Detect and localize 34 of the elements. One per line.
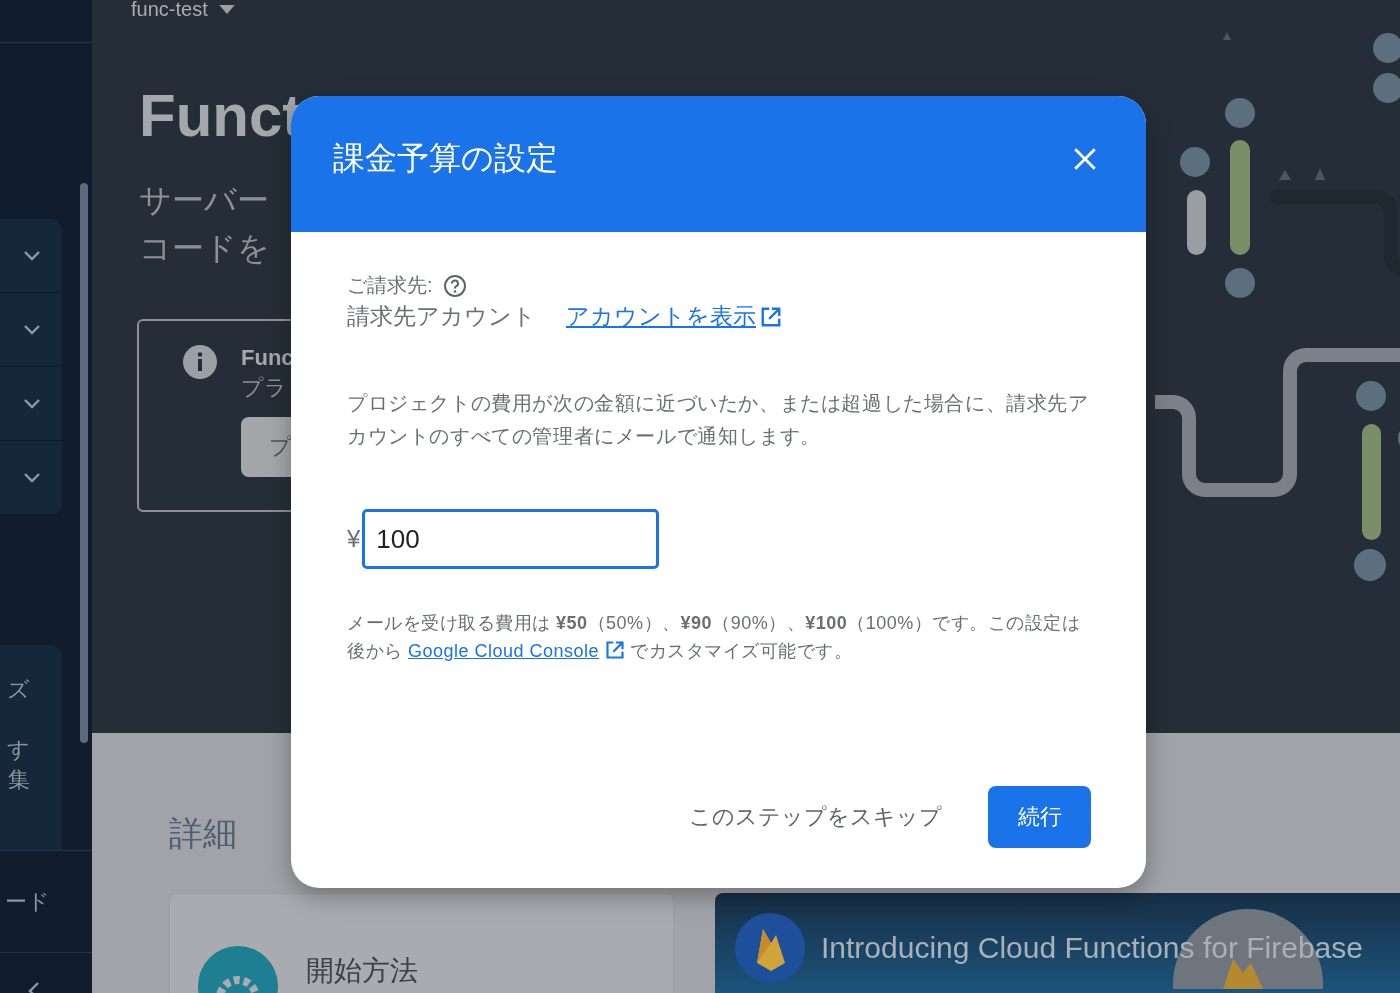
external-link-icon[interactable] — [760, 305, 782, 328]
sidebar-card-text: す — [7, 736, 30, 764]
dialog-description: プロジェクトの費用が次の金額に近づいたか、または超過した場合に、請求先アカウントのすべての管理者にメールで通知します。 — [347, 391, 1090, 449]
skip-step-button[interactable]: このステップをスキップ — [683, 801, 948, 833]
card-title: 開始方法 — [306, 954, 418, 988]
chevron-down-icon[interactable] — [22, 249, 42, 262]
cloud-console-link[interactable]: Google Cloud Console — [408, 641, 600, 661]
sidebar-item[interactable]: ード — [5, 886, 50, 917]
sidebar-card-text: 集 — [8, 766, 30, 794]
page-subtitle: コードを — [139, 229, 271, 268]
billing-label: ご請求先: — [347, 273, 433, 298]
chevron-down-icon[interactable] — [22, 471, 42, 484]
scrollbar[interactable] — [80, 183, 88, 743]
currency-symbol: ¥ — [347, 525, 361, 553]
continue-button[interactable]: 続行 — [988, 786, 1091, 848]
info-title: Func — [241, 345, 295, 371]
dialog-title: 課金予算の設定 — [333, 139, 558, 178]
info-icon — [183, 345, 217, 379]
page-subtitle: サーバー — [139, 181, 270, 220]
view-account-link[interactable]: アカウントを表示 — [566, 301, 756, 332]
getting-started-card[interactable]: 開始方法 — [169, 893, 674, 993]
caret-icon[interactable] — [217, 3, 236, 15]
close-icon[interactable] — [1072, 146, 1098, 172]
sidebar-card-text: ズ — [7, 676, 30, 704]
help-icon[interactable] — [442, 273, 467, 298]
external-link-icon[interactable] — [604, 640, 625, 660]
section-heading: 詳細 — [169, 813, 237, 854]
chevron-down-icon[interactable] — [22, 397, 42, 410]
billing-account: 請求先アカウント — [347, 302, 536, 331]
project-selector[interactable]: func-test — [131, 0, 208, 18]
flame-icon — [735, 913, 805, 983]
budget-amount-field[interactable]: 100 — [362, 509, 660, 569]
budget-note: メールを受け取る費用は ¥50（50%）、¥90（90%）、¥100（100%）です。この設定は後から Google Cloud Console でカスタマイズ可能です。 — [347, 612, 1082, 663]
chevron-down-icon[interactable] — [22, 323, 42, 336]
